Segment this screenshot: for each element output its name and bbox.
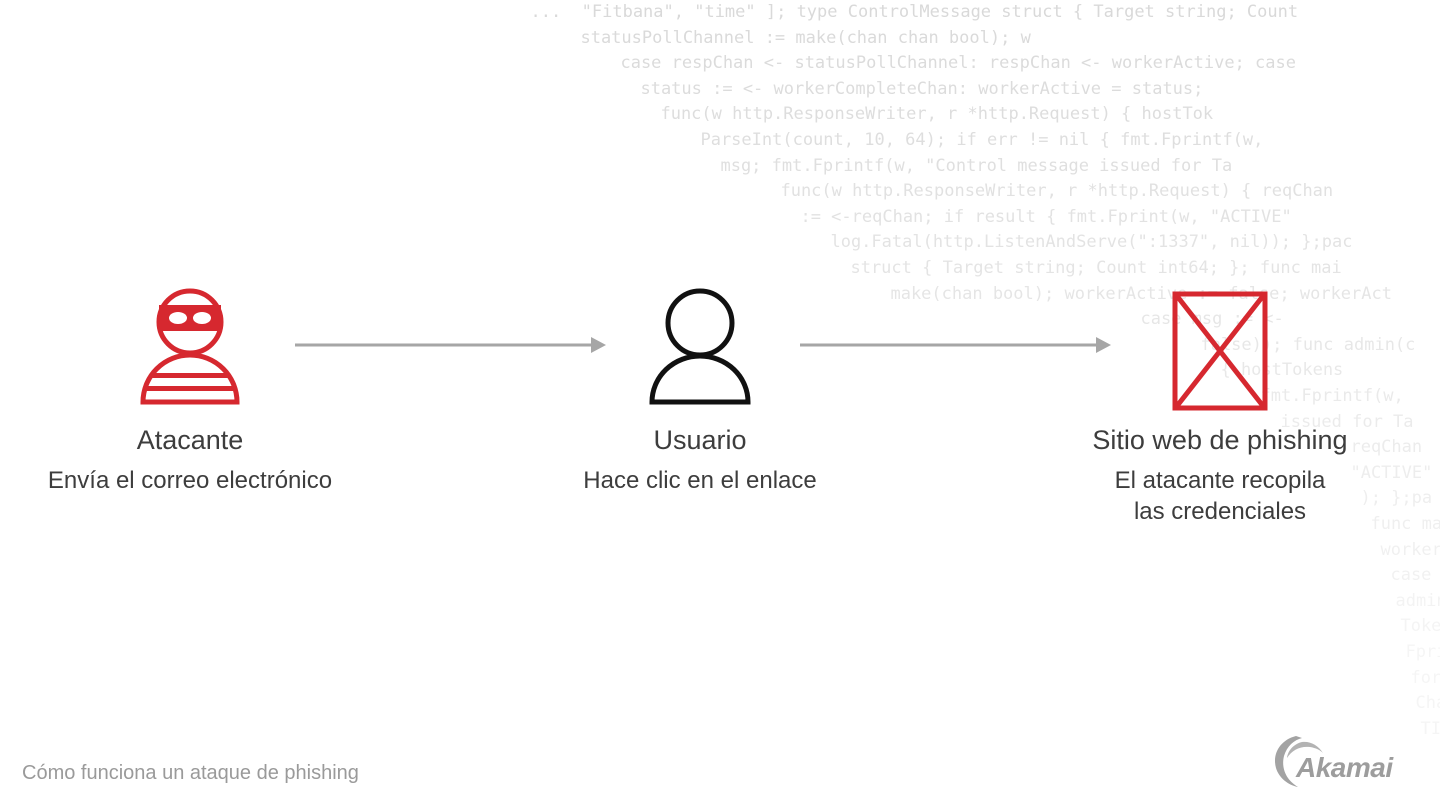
- step-description: Hace clic en el enlace: [583, 467, 817, 494]
- step-description: El atacante recopila las credenciales: [1040, 465, 1400, 527]
- code-line: func(w http.ResponseWriter, r *http.Requ…: [760, 181, 1334, 202]
- code-line: for: [1390, 667, 1440, 688]
- code-line: msg; fmt.Fprintf(w, "Control message iss…: [700, 155, 1233, 176]
- step-title: Sitio web de phishing: [1092, 425, 1348, 455]
- code-line: case: [1370, 565, 1432, 586]
- step-attacker: Atacante Envía el correo electrónico: [10, 288, 370, 496]
- code-line: admin(: [1395, 590, 1440, 611]
- code-line: statusPollChannel := make(chan chan bool…: [560, 27, 1031, 48]
- code-line: := <-reqChan; if result { fmt.Fprint(w, …: [780, 206, 1292, 227]
- code-line: struct { Target string; Count int64; }; …: [830, 258, 1342, 278]
- step-title: Usuario: [653, 425, 747, 455]
- step-user: Usuario Hace clic en el enlace: [530, 288, 870, 496]
- step-description: Envía el correo electrónico: [47, 467, 333, 494]
- step-phishing-site: Sitio web de phishing El atacante recopi…: [1040, 291, 1400, 527]
- code-line: Tokens: [1400, 616, 1440, 637]
- broken-image-icon: [1172, 291, 1268, 411]
- user-icon: [649, 288, 751, 405]
- code-line: Fprintf: [1405, 642, 1440, 662]
- description-line: El atacante recopila: [1114, 467, 1326, 494]
- diagram-caption: Cómo funciona un ataque de phishing: [22, 762, 359, 784]
- code-line: ... "Fitbana", "time" ]; type ControlMes…: [510, 2, 1299, 22]
- code-line: workerAc: [1380, 539, 1440, 560]
- logo-text: Akamai: [1296, 752, 1393, 783]
- burglar-icon: [140, 288, 240, 405]
- step-title: Atacante: [136, 425, 244, 455]
- code-line: case respChan <- statusPollChannel: resp…: [600, 53, 1296, 74]
- code-line: log.Fatal(http.ListenAndServe(":1337", n…: [810, 232, 1353, 253]
- description-line: las credenciales: [1133, 498, 1307, 525]
- code-line: Chan: [1415, 693, 1440, 714]
- code-line: TIVE: [1420, 718, 1440, 739]
- code-line: func(w http.ResponseWriter, r *http.Requ…: [640, 104, 1214, 125]
- code-line: ParseInt(count, 10, 64); if err != nil {…: [680, 130, 1264, 150]
- code-line: status := <- workerCompleteChan: workerA…: [620, 78, 1204, 99]
